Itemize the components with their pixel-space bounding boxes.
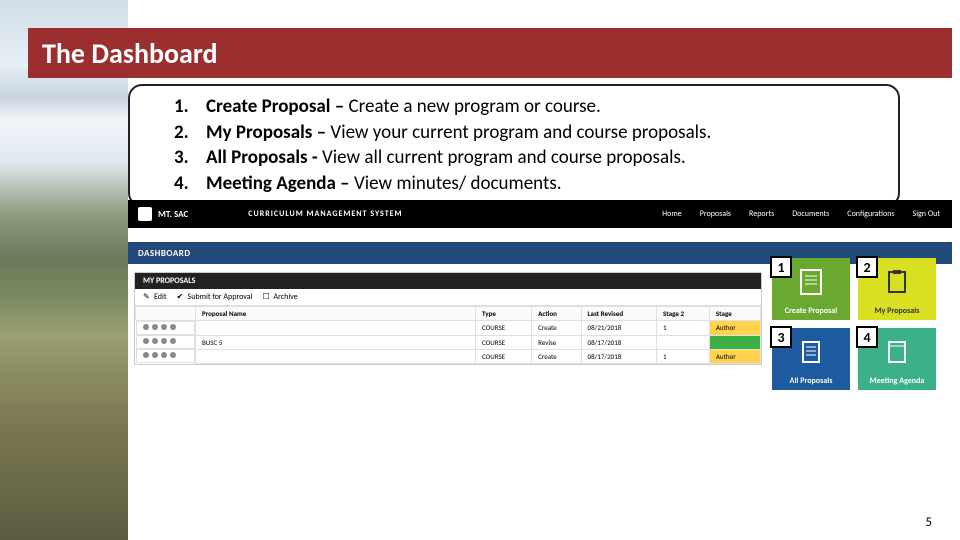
clipboard-icon — [883, 268, 911, 296]
col-type: Type — [476, 307, 532, 321]
page-number: 5 — [925, 515, 932, 530]
nav-link-documents[interactable]: Documents — [792, 209, 829, 219]
nav-link-reports[interactable]: Reports — [749, 209, 774, 219]
nav-link-home[interactable]: Home — [662, 209, 682, 219]
table-row[interactable]: COURSE Create 08/17/2018 1 Author — [136, 349, 761, 363]
row-action-icon[interactable] — [152, 352, 158, 358]
feature-list: 1. Create Proposal – Create a new progra… — [128, 84, 900, 207]
slide-title-bar: The Dashboard — [28, 28, 952, 78]
list-item: 4. Meeting Agenda – View minutes/ docume… — [174, 171, 880, 197]
submit-button[interactable]: ✔Submit for Approval — [177, 292, 253, 302]
col-stage2: Stage 2 — [657, 307, 710, 321]
callout-1: 1 — [770, 256, 792, 278]
archive-icon: ☐ — [262, 293, 270, 301]
table-row[interactable]: BUSC 5 COURSE Revise 08/17/2018 — [136, 335, 761, 349]
row-action-icon[interactable] — [170, 324, 176, 330]
table-row[interactable]: COURSE Create 08/21/2018 1 Author — [136, 321, 761, 336]
row-action-icon[interactable] — [170, 338, 176, 344]
callout-4: 4 — [856, 326, 878, 348]
row-action-icon[interactable] — [143, 324, 149, 330]
proposals-table: Proposal Name Type Action Last Revised S… — [135, 306, 761, 364]
col-stage: Stage — [709, 307, 760, 321]
nav-links: Home Proposals Reports Documents Configu… — [662, 209, 952, 219]
col-last-revised: Last Revised — [581, 307, 656, 321]
nav-link-configurations[interactable]: Configurations — [847, 209, 894, 219]
app-logo: MT. SAC — [128, 207, 188, 221]
edit-button[interactable]: ✎Edit — [143, 292, 167, 302]
row-action-icon[interactable] — [170, 352, 176, 358]
dashboard-tiles: Create Proposal My Proposals All Proposa… — [772, 258, 942, 390]
nav-link-signout[interactable]: Sign Out — [913, 209, 940, 219]
slide-title: The Dashboard — [42, 36, 218, 71]
check-icon: ✔ — [177, 293, 185, 301]
row-action-icon[interactable] — [161, 338, 167, 344]
app-system-name: CURRICULUM MANAGEMENT SYSTEM — [248, 209, 402, 219]
list-item: 3. All Proposals - View all current prog… — [174, 145, 880, 171]
row-action-icon[interactable] — [161, 352, 167, 358]
list-item: 1. Create Proposal – Create a new progra… — [174, 94, 880, 120]
col-proposal-name: Proposal Name — [196, 307, 476, 321]
callout-3: 3 — [770, 326, 792, 348]
nav-link-proposals[interactable]: Proposals — [700, 209, 731, 219]
decorative-photo-strip — [0, 0, 128, 540]
notebook-icon — [883, 338, 911, 366]
col-action: Action — [532, 307, 581, 321]
row-action-icon[interactable] — [152, 338, 158, 344]
my-proposals-panel: MY PROPOSALS ✎Edit ✔Submit for Approval … — [134, 272, 762, 365]
panel-toolbar: ✎Edit ✔Submit for Approval ☐Archive — [135, 289, 761, 306]
archive-button[interactable]: ☐Archive — [262, 292, 297, 302]
document-plus-icon — [797, 268, 825, 296]
row-action-icon[interactable] — [152, 324, 158, 330]
logo-mark-icon — [138, 207, 152, 221]
row-action-icon[interactable] — [143, 352, 149, 358]
panel-title: MY PROPOSALS — [135, 273, 761, 289]
row-action-icon[interactable] — [143, 338, 149, 344]
row-action-icon[interactable] — [161, 324, 167, 330]
app-navbar: MT. SAC CURRICULUM MANAGEMENT SYSTEM Hom… — [128, 200, 952, 228]
list-icon — [797, 338, 825, 366]
callout-2: 2 — [856, 256, 878, 278]
pencil-icon: ✎ — [143, 293, 151, 301]
dashboard-screenshot: MT. SAC CURRICULUM MANAGEMENT SYSTEM Hom… — [128, 200, 952, 440]
list-item: 2. My Proposals – View your current prog… — [174, 120, 880, 146]
